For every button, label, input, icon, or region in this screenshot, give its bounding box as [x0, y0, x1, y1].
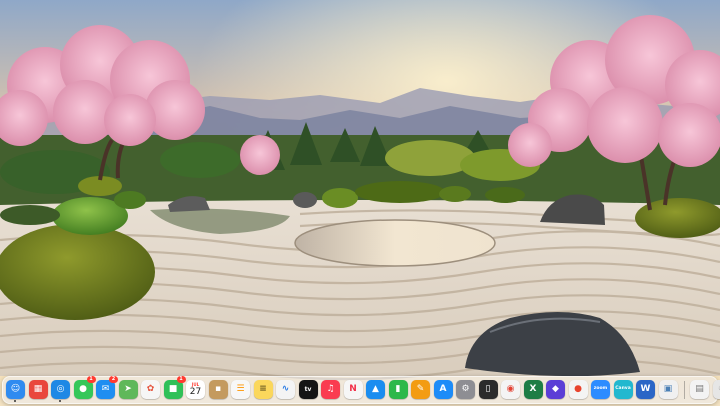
dock-app-mail[interactable]: ✉ 2 [96, 376, 118, 399]
dock-app-app-red[interactable]: ● [568, 380, 588, 399]
running-indicator [59, 400, 61, 402]
dock-app-excel[interactable]: X [523, 380, 543, 399]
desktop-wallpaper [0, 0, 720, 406]
numbers-icon: ▮ [395, 384, 401, 394]
dock-app-facetime[interactable]: ■ 1 [163, 376, 186, 399]
facetime-icon: ■ [168, 384, 178, 394]
app-store-icon: A [439, 384, 447, 394]
dock-app-pages[interactable]: ✎ [411, 380, 430, 399]
zoom-icon: zoom [593, 386, 608, 392]
keynote-icon: ▲ [372, 384, 379, 394]
photos-icon: ✿ [146, 384, 155, 394]
notes-icon: ≡ [259, 384, 267, 394]
dock-app-reminders[interactable]: ☰ [231, 380, 250, 399]
notification-badge: 1 [86, 376, 96, 383]
dock-app-notes[interactable]: ≡ [253, 380, 273, 399]
dock-app-safari[interactable]: ◎ [51, 380, 70, 402]
dock-app-finder[interactable]: ☺ [6, 380, 25, 402]
preview-icon: ▣ [663, 384, 673, 394]
news-icon: N [349, 384, 357, 394]
dock-app-messages[interactable]: ● 1 [73, 376, 96, 399]
red-app-icon: ● [574, 384, 582, 394]
dock-app-system-settings[interactable]: ⚙ [456, 380, 475, 399]
dock-app-chrome[interactable]: ◉ [501, 380, 520, 399]
music-icon: ♫ [326, 384, 335, 394]
dock-app-contacts[interactable]: ▪ [208, 380, 228, 399]
notification-badge: 1 [176, 376, 186, 383]
maps-icon: ➤ [124, 384, 132, 394]
canva-icon: Canva [615, 386, 631, 392]
dock-app-app-store[interactable]: A [433, 380, 453, 399]
running-indicator [14, 400, 16, 402]
dock-app-keynote[interactable]: ▲ [366, 380, 385, 399]
dock-app-canva[interactable]: Canva [613, 380, 633, 399]
reminders-icon: ☰ [236, 384, 245, 394]
dock-app-zoom[interactable]: zoom [591, 380, 610, 399]
dock-app-calendar[interactable]: JUL 27 [186, 380, 205, 399]
contacts-icon: ▪ [214, 384, 222, 394]
dock-app-launchpad[interactable]: ▦ [28, 380, 48, 399]
dock-app-word[interactable]: W [636, 380, 655, 399]
tv-icon: tv [304, 385, 312, 393]
dock-app-music[interactable]: ♫ [321, 380, 340, 399]
launchpad-icon: ▦ [33, 384, 43, 394]
dock: ☺ ▦ ◎ ● 1 ✉ 2 ➤ ✿ ■ 1 JUL 27 ▪ ☰ ≡ ∿ tv ♫ N ▲ ▮ ✎ A ⚙ ▯ ◉ X ◆ ● zoom Ca… [2, 376, 720, 404]
pages-icon: ✎ [416, 384, 425, 394]
excel-icon: X [529, 384, 537, 394]
safari-icon: ◎ [56, 384, 65, 394]
dock-app-numbers[interactable]: ▮ [388, 380, 408, 399]
mail-icon: ✉ [101, 384, 110, 394]
messages-icon: ● [79, 384, 87, 394]
dock-app-iphone-mirroring[interactable]: ▯ [478, 380, 498, 399]
dock-app-trash[interactable]: ♲ [712, 380, 720, 399]
gear-icon: ⚙ [461, 384, 470, 394]
dock-app-freeform[interactable]: ∿ [276, 380, 295, 399]
dock-separator [684, 381, 685, 399]
chrome-icon: ◉ [506, 384, 515, 394]
calendar-day-label: 27 [189, 387, 202, 397]
finder-icon: ☺ [10, 384, 21, 394]
documents-icon: ▤ [695, 384, 704, 394]
dock-app-apple-tv[interactable]: tv [298, 380, 318, 399]
dock-app-photos[interactable]: ✿ [141, 380, 160, 399]
freeform-icon: ∿ [281, 384, 290, 394]
dock-app-documents[interactable]: ▤ [690, 380, 709, 399]
dock-app-preview[interactable]: ▣ [658, 380, 678, 399]
iphone-icon: ▯ [485, 384, 491, 394]
dock-app-app-purple[interactable]: ◆ [546, 380, 565, 399]
word-icon: W [640, 384, 651, 394]
dock-app-maps[interactable]: ➤ [118, 380, 138, 399]
notification-badge: 2 [109, 376, 118, 383]
purple-app-icon: ◆ [552, 384, 559, 394]
dock-app-news[interactable]: N [343, 380, 363, 399]
